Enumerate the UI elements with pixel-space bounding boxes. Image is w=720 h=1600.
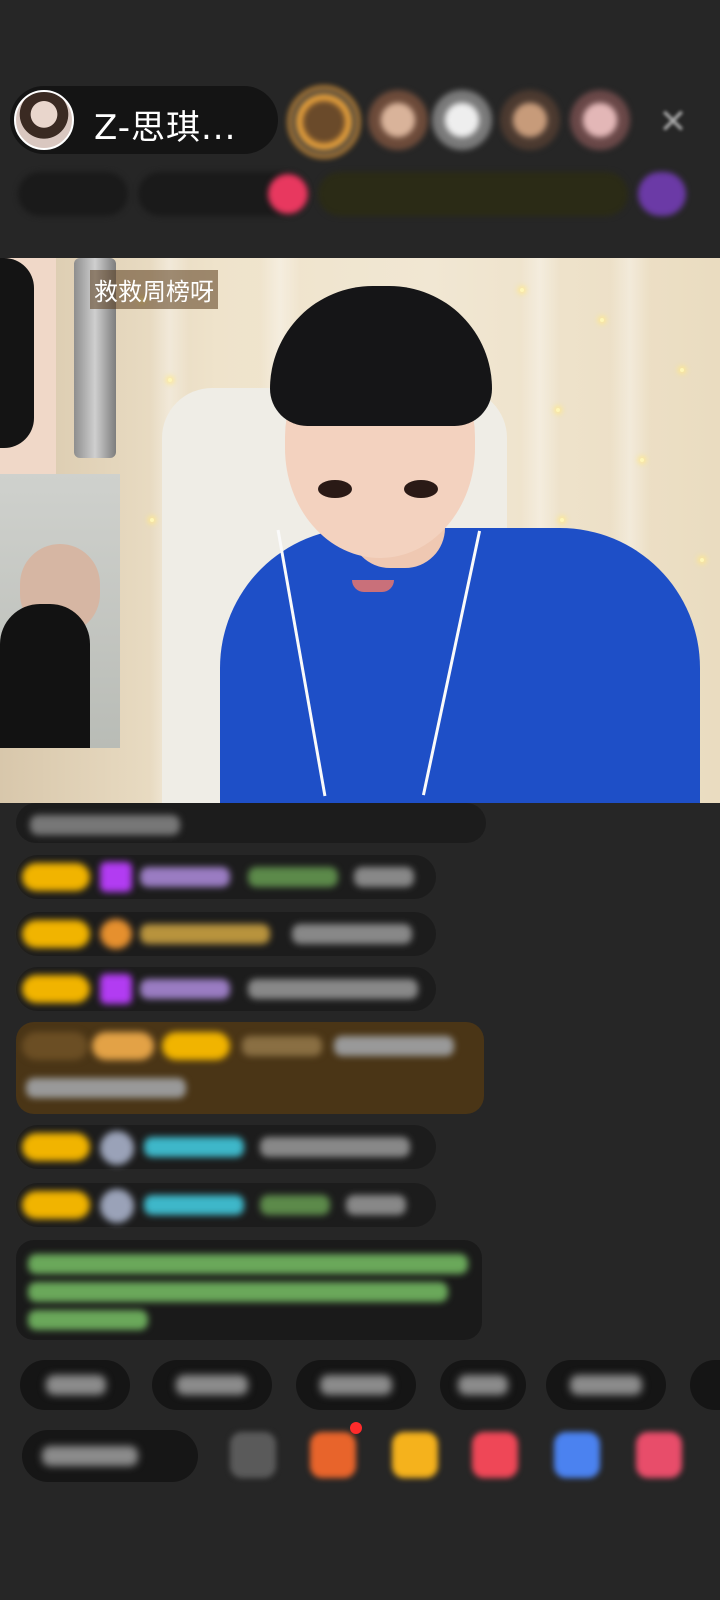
chat-message-highlight[interactable] xyxy=(16,1022,484,1114)
notification-dot xyxy=(350,1422,362,1434)
quick-reply-1[interactable] xyxy=(20,1360,130,1410)
viewer-avatar-1[interactable] xyxy=(288,86,360,158)
user-avatar xyxy=(100,1131,134,1165)
level-badge xyxy=(22,975,90,1003)
video-banner-text: 救救周榜呀 xyxy=(90,270,218,309)
rank-chip[interactable] xyxy=(18,172,128,216)
more-icon[interactable] xyxy=(230,1432,276,1478)
host-name[interactable]: Z-思琪... xyxy=(94,100,236,149)
viewer-avatar-5[interactable] xyxy=(570,90,630,150)
chat-message[interactable] xyxy=(16,855,436,899)
close-icon[interactable]: ✕ xyxy=(655,104,691,140)
host-avatar[interactable] xyxy=(14,90,74,150)
streamer-body xyxy=(220,528,700,803)
quick-reply-2[interactable] xyxy=(152,1360,272,1410)
activity-chip[interactable] xyxy=(318,172,628,216)
heart-icon[interactable] xyxy=(472,1432,518,1478)
gift-box-icon[interactable] xyxy=(310,1432,356,1478)
game-icon[interactable] xyxy=(554,1432,600,1478)
quick-reply-5[interactable] xyxy=(546,1360,666,1410)
lollipop-icon xyxy=(100,919,132,949)
pip-video[interactable] xyxy=(0,474,120,748)
viewer-avatar-4[interactable] xyxy=(500,90,560,150)
gem-icon xyxy=(100,974,132,1004)
chat-message[interactable] xyxy=(16,1183,436,1227)
hot-icon[interactable] xyxy=(268,174,308,214)
live-video[interactable]: 救救周榜呀 xyxy=(0,258,720,803)
chat-message[interactable] xyxy=(16,1125,436,1169)
streamer-hair xyxy=(270,286,492,426)
system-notice xyxy=(16,1240,482,1340)
chat-message[interactable] xyxy=(16,912,436,956)
chat-message[interactable] xyxy=(16,803,486,843)
level-badge xyxy=(22,1133,90,1161)
chat-message[interactable] xyxy=(16,967,436,1011)
event-chip[interactable] xyxy=(638,172,686,216)
level-badge xyxy=(22,863,90,891)
quick-reply-3[interactable] xyxy=(296,1360,416,1410)
level-badge xyxy=(22,1191,90,1219)
gift-icon[interactable] xyxy=(392,1432,438,1478)
quick-reply-6[interactable] xyxy=(690,1360,720,1410)
grid-icon[interactable] xyxy=(636,1432,682,1478)
fan-badge xyxy=(162,1032,230,1060)
user-avatar xyxy=(100,1189,134,1223)
viewer-avatar-2[interactable] xyxy=(368,90,428,150)
quick-reply-4[interactable] xyxy=(440,1360,526,1410)
fan-badge xyxy=(22,920,90,948)
viewer-avatar-3[interactable] xyxy=(432,90,492,150)
chat-input[interactable] xyxy=(22,1430,198,1482)
gem-icon xyxy=(100,862,132,892)
status-chip-row xyxy=(18,172,702,216)
